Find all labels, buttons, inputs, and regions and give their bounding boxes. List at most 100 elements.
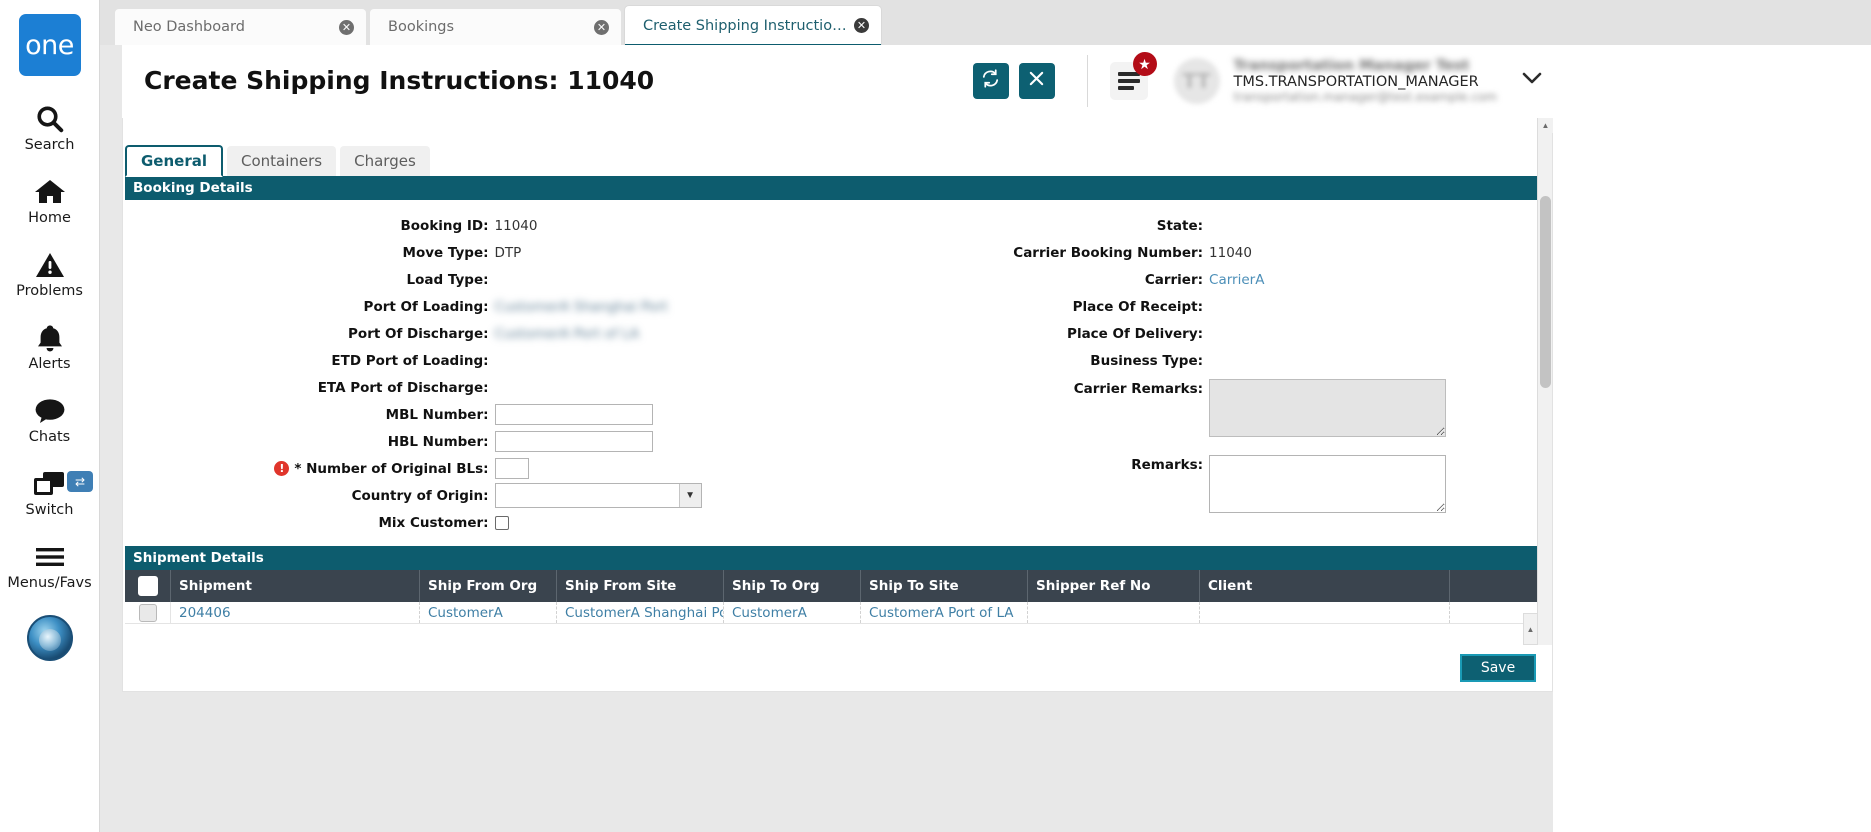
field-carrier-remarks-label: Carrier Remarks:: [1073, 381, 1204, 397]
home-icon: [34, 175, 66, 209]
field-country-of-origin: Country of Origin: ▼: [123, 482, 838, 509]
chevron-down-icon: ▼: [678, 484, 701, 507]
country-of-origin-select[interactable]: ▼: [494, 483, 702, 508]
user-text-block: Transportation Manager Test TMS.TRANSPOR…: [1234, 58, 1498, 104]
field-move-type-label: Move Type:: [402, 244, 489, 261]
field-etd-port-of-loading: ETD Port of Loading:: [123, 347, 838, 374]
field-number-of-original-bls-text: * Number of Original BLs:: [294, 460, 489, 477]
field-remarks-label: Remarks:: [1131, 457, 1204, 473]
swap-arrows-icon[interactable]: ⇄: [67, 471, 93, 492]
column-header-ship-to-org[interactable]: Ship To Org: [724, 570, 861, 602]
left-sidebar: one Search Home Problems Alerts Chats Sw…: [0, 0, 100, 832]
tab-bookings[interactable]: Bookings ✕: [369, 8, 622, 45]
field-business-type: Business Type:: [838, 347, 1553, 374]
cell-client: [1200, 602, 1450, 623]
user-profile-block[interactable]: TT Transportation Manager Test TMS.TRANS…: [1173, 57, 1498, 104]
field-booking-id-label: Booking ID:: [400, 217, 489, 234]
field-country-of-origin-label: Country of Origin:: [351, 487, 489, 504]
content-panel: General Containers Charges Booking Detai…: [122, 118, 1553, 691]
field-business-type-label: Business Type:: [1090, 352, 1204, 369]
tab-general[interactable]: General: [125, 145, 223, 177]
column-header-ship-from-site[interactable]: Ship From Site: [557, 570, 724, 602]
warning-triangle-icon: [35, 248, 65, 282]
header-divider: [1086, 54, 1088, 107]
sidebar-avatar[interactable]: [26, 615, 73, 661]
field-port-of-discharge-label: Port Of Discharge:: [348, 325, 489, 342]
field-mix-customer-label: Mix Customer:: [378, 514, 489, 531]
field-place-of-receipt: Place Of Receipt:: [838, 293, 1553, 320]
remarks-textarea[interactable]: [1209, 455, 1447, 513]
tab-neo-dashboard-label: Neo Dashboard: [133, 19, 245, 35]
tab-create-shipping-instructions[interactable]: Create Shipping Instructions: 11... ✕: [624, 5, 882, 47]
column-header-client[interactable]: Client: [1200, 570, 1450, 602]
table-row[interactable]: 204406 CustomerA CustomerA Shanghai Port…: [125, 602, 1550, 624]
hamburger-menu-icon: [1117, 71, 1140, 90]
field-place-of-delivery: Place Of Delivery:: [838, 320, 1553, 347]
row-select-cell[interactable]: [125, 602, 171, 623]
sidebar-item-switch[interactable]: Switch ⇄: [0, 467, 99, 518]
tab-charges[interactable]: Charges: [340, 146, 430, 176]
form-tabs: General Containers Charges: [123, 118, 1552, 177]
search-icon: [35, 102, 65, 136]
tab-create-shipping-instructions-label: Create Shipping Instructions: 11...: [643, 17, 854, 34]
close-button[interactable]: [1018, 62, 1055, 99]
field-load-type: Load Type:: [123, 266, 838, 293]
mix-customer-checkbox[interactable]: [494, 515, 509, 530]
mbl-number-input[interactable]: [494, 404, 653, 425]
page-title: Create Shipping Instructions: 11040: [144, 66, 655, 95]
sidebar-item-search[interactable]: Search: [0, 102, 99, 153]
field-port-of-loading-value: CustomerA Shanghai Port: [494, 298, 668, 315]
select-all-checkbox[interactable]: [137, 576, 158, 596]
user-menu-toggle[interactable]: [1511, 60, 1553, 102]
field-carrier-remarks: Carrier Remarks:: [838, 378, 1553, 438]
field-carrier: Carrier: CarrierA: [838, 266, 1553, 293]
row-checkbox[interactable]: [138, 603, 157, 622]
sidebar-item-menus-favs[interactable]: Menus/Favs: [0, 540, 99, 591]
number-of-original-bls-input[interactable]: [494, 458, 529, 479]
page-background-bottom: [100, 692, 1569, 832]
field-carrier-value-link[interactable]: CarrierA: [1209, 272, 1264, 288]
select-all-header-cell[interactable]: [125, 570, 171, 602]
tab-general-label: General: [141, 152, 207, 170]
cell-shipment[interactable]: 204406: [171, 602, 420, 623]
column-header-shipper-ref-no[interactable]: Shipper Ref No: [1028, 570, 1200, 602]
scroll-up-arrow-icon: ▲: [1526, 624, 1535, 634]
header-menu-button[interactable]: ★: [1109, 51, 1157, 100]
save-button-label: Save: [1480, 660, 1516, 676]
close-x-icon: [1028, 70, 1045, 92]
sidebar-item-problems-label: Problems: [16, 283, 83, 299]
one-logo-text: one: [25, 29, 74, 61]
refresh-button[interactable]: [972, 62, 1009, 99]
column-header-shipment[interactable]: Shipment: [171, 570, 420, 602]
field-hbl-number-label: HBL Number:: [387, 433, 489, 450]
scrollbar-thumb[interactable]: [1540, 196, 1551, 388]
column-header-ship-to-site[interactable]: Ship To Site: [861, 570, 1028, 602]
close-circle-icon[interactable]: ✕: [339, 19, 354, 35]
carrier-remarks-textarea: [1209, 379, 1447, 437]
page-background-far-right: [1553, 0, 1871, 832]
tab-containers[interactable]: Containers: [227, 146, 337, 176]
tab-neo-dashboard[interactable]: Neo Dashboard ✕: [114, 8, 367, 45]
cell-shipper-ref-no: [1028, 602, 1200, 623]
one-logo[interactable]: one: [18, 14, 81, 76]
sidebar-item-alerts[interactable]: Alerts: [0, 321, 99, 372]
sidebar-item-problems[interactable]: Problems: [0, 248, 99, 299]
scroll-up-arrow-icon[interactable]: ▲: [1538, 118, 1553, 133]
close-circle-icon[interactable]: ✕: [854, 18, 869, 33]
cell-ship-from-org: CustomerA: [420, 602, 557, 623]
field-mbl-number-label: MBL Number:: [385, 406, 489, 423]
content-scrollbar[interactable]: ▲ ▼: [1537, 118, 1553, 690]
sidebar-item-home[interactable]: Home: [0, 175, 99, 226]
field-port-of-loading: Port Of Loading: CustomerA Shanghai Port: [123, 293, 838, 320]
avatar: TT: [1173, 57, 1220, 104]
field-load-type-label: Load Type:: [406, 271, 489, 288]
hbl-number-input[interactable]: [494, 431, 653, 452]
field-carrier-booking-number-value: 11040: [1209, 244, 1252, 261]
column-header-ship-from-org[interactable]: Ship From Org: [420, 570, 557, 602]
sidebar-item-chats[interactable]: Chats: [0, 394, 99, 445]
save-button[interactable]: Save: [1460, 654, 1536, 682]
star-icon: ★: [1132, 51, 1157, 76]
grid-scroll-up-button[interactable]: ▲: [1523, 613, 1538, 645]
application-root: one Search Home Problems Alerts Chats Sw…: [0, 0, 1871, 832]
close-circle-icon[interactable]: ✕: [594, 19, 609, 35]
